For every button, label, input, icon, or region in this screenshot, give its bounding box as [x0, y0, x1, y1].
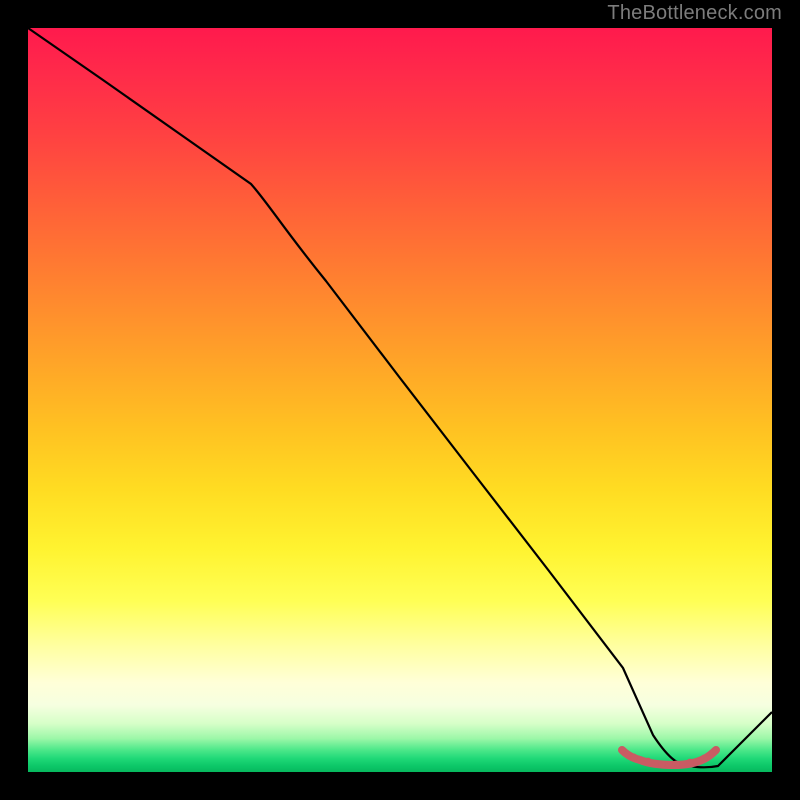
chart-frame: TheBottleneck.com	[0, 0, 800, 800]
plot-area	[28, 28, 772, 772]
chart-svg	[28, 28, 772, 772]
series-curve	[28, 28, 772, 767]
attribution-text: TheBottleneck.com	[607, 2, 782, 25]
